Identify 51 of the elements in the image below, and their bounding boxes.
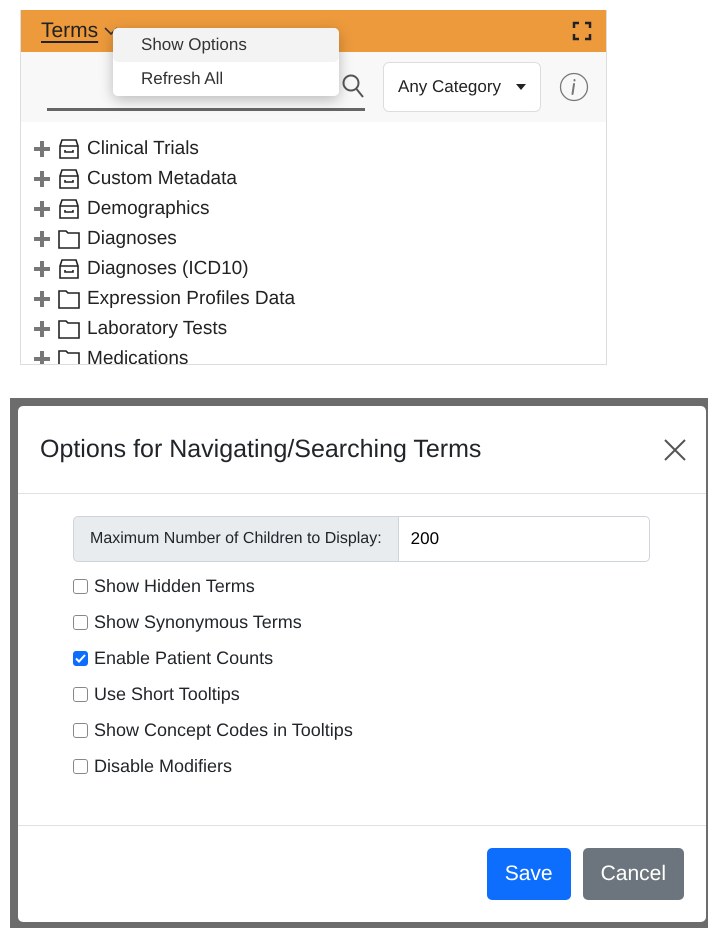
- checkbox[interactable]: [73, 758, 88, 774]
- checkbox[interactable]: [73, 686, 88, 702]
- tree-item[interactable]: Expression Profiles Data: [87, 288, 296, 310]
- checkbox-label[interactable]: Enable Patient Counts: [94, 648, 274, 668]
- caret-icon: [516, 84, 526, 90]
- input-label: Maximum Number of Children to Display:: [73, 516, 399, 562]
- dialog-title: Options for Navigating/Searching Terms: [40, 435, 482, 464]
- plus-icon[interactable]: [33, 170, 51, 188]
- archive-icon: [57, 197, 81, 221]
- folder-icon: [57, 317, 81, 341]
- checkbox-label[interactable]: Use Short Tooltips: [94, 684, 240, 704]
- checkbox-label[interactable]: Show Hidden Terms: [94, 576, 255, 596]
- plus-icon[interactable]: [33, 260, 51, 278]
- plus-icon[interactable]: [33, 200, 51, 218]
- checkbox-label[interactable]: Disable Modifiers: [94, 756, 232, 776]
- save-button[interactable]: Save: [486, 848, 571, 900]
- close-icon[interactable]: [664, 438, 686, 460]
- tree-item[interactable]: Clinical Trials: [87, 138, 199, 160]
- folder-icon: [57, 287, 81, 311]
- archive-icon: [57, 167, 81, 191]
- tree-item[interactable]: Demographics: [87, 198, 210, 220]
- terms-title-link[interactable]: Terms: [41, 19, 98, 43]
- checkbox[interactable]: [73, 722, 88, 738]
- folder-icon: [57, 227, 81, 251]
- checkbox[interactable]: [73, 650, 88, 666]
- fullscreen-icon[interactable]: [572, 21, 592, 41]
- folder-icon: [57, 347, 81, 364]
- plus-icon[interactable]: [33, 140, 51, 158]
- tree-item[interactable]: Medications: [87, 348, 188, 364]
- archive-icon: [57, 257, 81, 281]
- plus-icon[interactable]: [33, 290, 51, 308]
- plus-icon[interactable]: [33, 230, 51, 248]
- archive-icon: [57, 137, 81, 161]
- plus-icon[interactable]: [33, 350, 51, 364]
- plus-icon[interactable]: [33, 320, 51, 338]
- tree-item[interactable]: Diagnoses (ICD10): [87, 258, 249, 280]
- checkbox-label[interactable]: Show Synonymous Terms: [94, 612, 302, 632]
- menu-item[interactable]: Refresh All: [113, 62, 339, 96]
- tree-item[interactable]: Custom Metadata: [87, 168, 237, 190]
- category-dropdown[interactable]: Any Category: [383, 62, 541, 112]
- checkbox[interactable]: [73, 614, 88, 630]
- input-field[interactable]: 200: [398, 516, 650, 562]
- search-icon: [341, 72, 365, 98]
- info-icon[interactable]: [559, 72, 589, 102]
- cancel-button[interactable]: Cancel: [582, 848, 684, 900]
- tree-item[interactable]: Laboratory Tests: [87, 318, 228, 340]
- tree-item[interactable]: Diagnoses: [87, 228, 177, 250]
- chevron-down-icon[interactable]: [104, 26, 118, 36]
- menu-item[interactable]: Show Options: [113, 28, 339, 62]
- checkbox-label[interactable]: Show Concept Codes in Tooltips: [94, 720, 353, 740]
- checkbox[interactable]: [73, 578, 88, 594]
